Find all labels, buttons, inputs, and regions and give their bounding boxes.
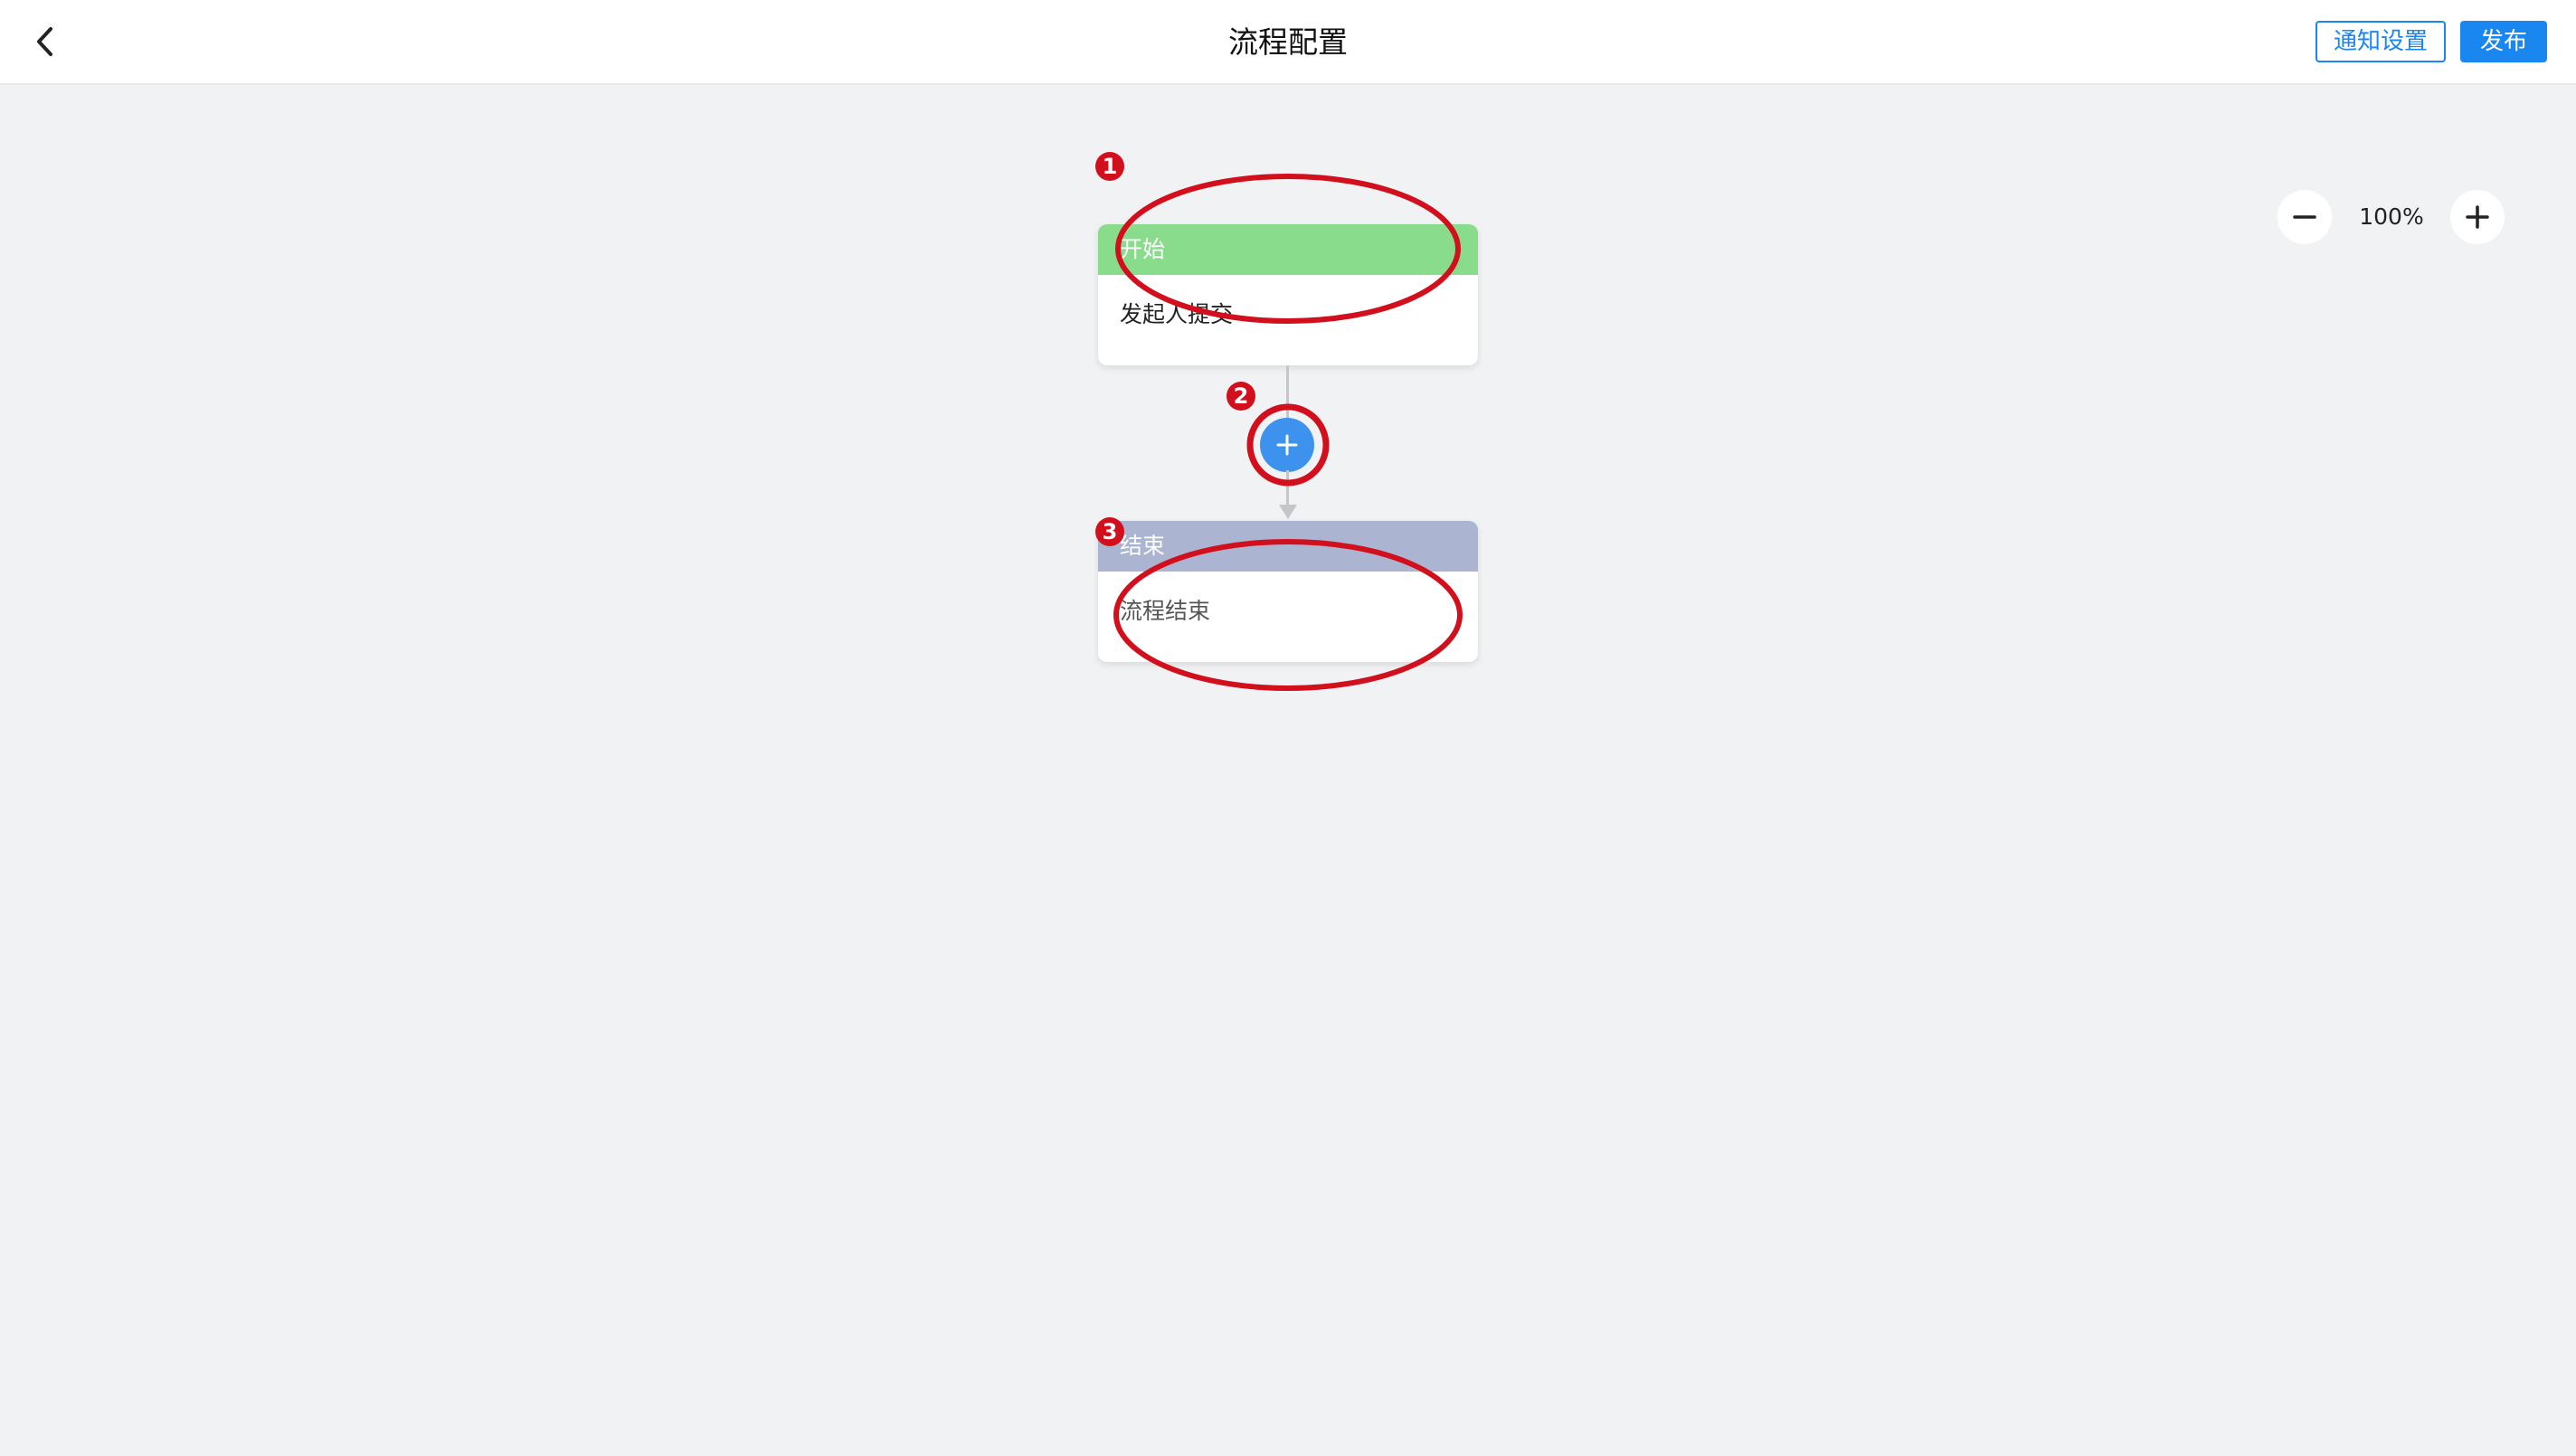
annotation-layer bbox=[1113, 174, 1463, 691]
end-node-description: 流程结束 bbox=[1120, 598, 1211, 624]
end-node[interactable]: 结束 流程结束 bbox=[1098, 521, 1478, 662]
flow-connector bbox=[1286, 470, 1289, 506]
start-node-title: 开始 bbox=[1098, 224, 1478, 275]
minus-icon bbox=[2293, 215, 2316, 219]
annotation-marker: 1 bbox=[1095, 152, 1124, 181]
start-node[interactable]: 开始 发起人提交 bbox=[1098, 224, 1478, 365]
publish-button[interactable]: 发布 bbox=[2460, 21, 2547, 62]
annotation-marker: 2 bbox=[1226, 382, 1255, 411]
notification-settings-button[interactable]: 通知设置 bbox=[2316, 21, 2446, 62]
top-bar: 流程配置 通知设置 发布 bbox=[0, 0, 2576, 85]
end-node-title: 结束 bbox=[1098, 521, 1478, 572]
chevron-left-icon bbox=[37, 27, 52, 56]
page-title: 流程配置 bbox=[1228, 24, 1348, 60]
arrow-down-icon bbox=[1279, 505, 1297, 519]
zoom-in-button[interactable] bbox=[2450, 190, 2505, 244]
plus-icon bbox=[1276, 434, 1298, 456]
add-node-button[interactable] bbox=[1260, 418, 1314, 472]
plus-icon bbox=[2466, 205, 2489, 229]
back-button[interactable] bbox=[27, 20, 67, 63]
zoom-level: 100% bbox=[2359, 203, 2424, 230]
flow-connector bbox=[1286, 365, 1289, 420]
annotation-marker: 3 bbox=[1095, 517, 1124, 546]
start-node-description: 发起人提交 bbox=[1120, 301, 1234, 327]
zoom-out-button[interactable] bbox=[2278, 190, 2332, 244]
